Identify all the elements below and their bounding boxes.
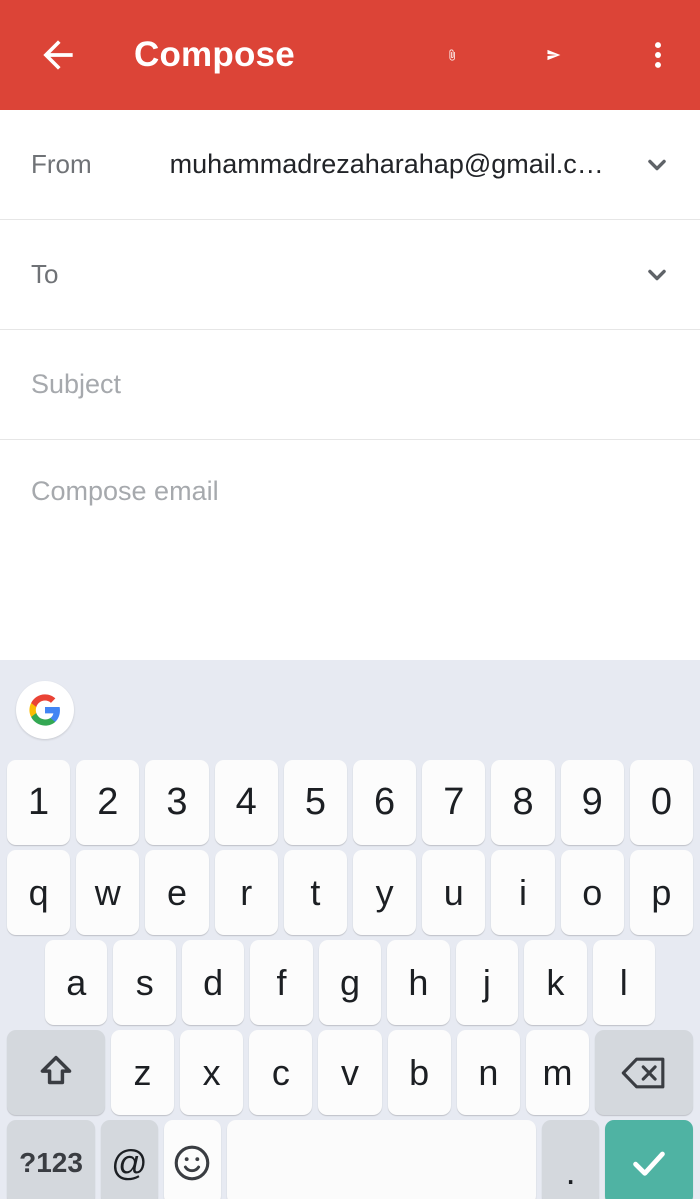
keyboard-row-function: ?123 @ .: [0, 1120, 700, 1199]
key-g[interactable]: g: [318, 940, 382, 1025]
shift-key[interactable]: [7, 1030, 105, 1115]
key-e[interactable]: e: [145, 850, 209, 935]
to-label: To: [31, 259, 59, 289]
paperclip-icon: [449, 49, 455, 61]
keyboard-row-bottom: z x c v b n m: [0, 1030, 700, 1115]
keyboard-row-top: q w e r t y u i o p: [0, 850, 700, 935]
from-value: muhammadrezaharahap@gmail.c…: [169, 149, 604, 179]
backspace-key[interactable]: [595, 1030, 694, 1115]
arrow-left-icon: [43, 40, 73, 70]
key-a[interactable]: a: [45, 940, 108, 1025]
space-key[interactable]: [226, 1120, 537, 1199]
from-row[interactable]: From muhammadrezaharahap@gmail.c…: [0, 110, 700, 220]
key-0[interactable]: 0: [629, 760, 694, 845]
key-s[interactable]: s: [113, 940, 176, 1025]
subject-input[interactable]: Subject: [31, 369, 121, 400]
on-screen-keyboard: 1 2 3 4 5 6 7 8 9 0 q w e r t y u i o p …: [0, 660, 700, 1199]
key-z[interactable]: z: [110, 1030, 175, 1115]
body-row[interactable]: Compose email: [0, 440, 700, 660]
period-key[interactable]: .: [542, 1120, 599, 1199]
compose-body-input[interactable]: Compose email: [31, 476, 219, 506]
subject-row[interactable]: Subject: [0, 330, 700, 440]
at-key[interactable]: @: [101, 1120, 158, 1199]
from-label: From: [31, 149, 92, 179]
keyboard-row-home: a s d f g h j k l: [0, 940, 700, 1025]
chevron-down-icon[interactable]: [640, 258, 674, 292]
emoji-key[interactable]: [163, 1120, 221, 1199]
send-button[interactable]: [546, 27, 602, 83]
symbols-key[interactable]: ?123: [7, 1120, 96, 1199]
key-v[interactable]: v: [318, 1030, 382, 1115]
key-4[interactable]: 4: [214, 760, 278, 845]
key-7[interactable]: 7: [422, 760, 486, 845]
key-x[interactable]: x: [180, 1030, 244, 1115]
back-button[interactable]: [30, 27, 86, 83]
to-row[interactable]: To: [0, 220, 700, 330]
compose-screen: Compose From muhammadrezaharahap@gmail.c…: [0, 0, 700, 1199]
enter-key[interactable]: [604, 1120, 693, 1199]
key-1[interactable]: 1: [6, 760, 71, 845]
shift-arrow-icon: [40, 1055, 72, 1084]
suggestion-strip: [0, 660, 700, 760]
emoji-smiley-icon: [174, 1145, 210, 1180]
backspace-icon: [621, 1057, 665, 1088]
key-u[interactable]: u: [422, 850, 486, 935]
key-q[interactable]: q: [6, 850, 71, 935]
send-icon: [547, 49, 561, 61]
key-y[interactable]: y: [353, 850, 417, 935]
key-w[interactable]: w: [76, 850, 140, 935]
key-j[interactable]: j: [455, 940, 519, 1025]
key-p[interactable]: p: [629, 850, 694, 935]
key-9[interactable]: 9: [560, 760, 624, 845]
attach-button[interactable]: [446, 27, 502, 83]
app-bar: Compose: [0, 0, 700, 110]
checkmark-icon: [633, 1151, 665, 1176]
google-g-icon: [29, 694, 60, 726]
chevron-down-icon[interactable]: [640, 148, 674, 182]
key-m[interactable]: m: [525, 1030, 590, 1115]
key-c[interactable]: c: [249, 1030, 313, 1115]
keyboard-row-numbers: 1 2 3 4 5 6 7 8 9 0: [0, 760, 700, 845]
key-f[interactable]: f: [250, 940, 313, 1025]
key-o[interactable]: o: [560, 850, 624, 935]
key-b[interactable]: b: [387, 1030, 451, 1115]
key-5[interactable]: 5: [283, 760, 347, 845]
key-2[interactable]: 2: [76, 760, 140, 845]
overflow-menu-icon: [655, 42, 661, 68]
key-h[interactable]: h: [387, 940, 450, 1025]
compose-fields: From muhammadrezaharahap@gmail.c… To Sub…: [0, 110, 700, 660]
key-3[interactable]: 3: [145, 760, 209, 845]
key-l[interactable]: l: [592, 940, 655, 1025]
page-title: Compose: [134, 35, 295, 74]
key-r[interactable]: r: [214, 850, 278, 935]
overflow-menu-button[interactable]: [638, 27, 678, 83]
key-n[interactable]: n: [456, 1030, 520, 1115]
key-d[interactable]: d: [181, 940, 245, 1025]
key-k[interactable]: k: [524, 940, 587, 1025]
google-assistant-button[interactable]: [16, 681, 74, 739]
key-t[interactable]: t: [283, 850, 347, 935]
key-i[interactable]: i: [491, 850, 555, 935]
key-6[interactable]: 6: [353, 760, 417, 845]
key-8[interactable]: 8: [491, 760, 555, 845]
